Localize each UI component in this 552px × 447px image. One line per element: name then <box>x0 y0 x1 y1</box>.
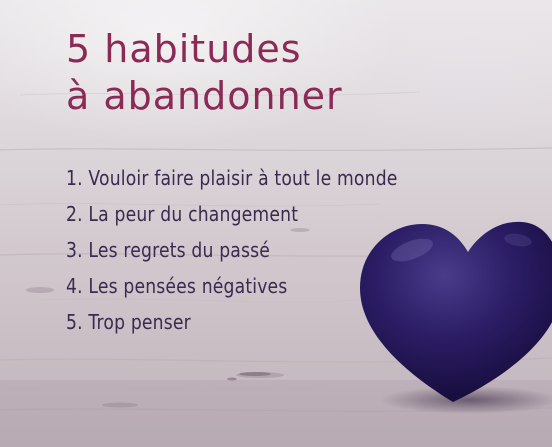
title-line-1: 5 habitudes <box>66 27 302 71</box>
motivational-poster: 5 habitudes à abandonner 1. Vouloir fair… <box>0 0 552 447</box>
list-item: 1. Vouloir faire plaisir à tout le monde <box>66 166 398 190</box>
list-item: 2. La peur du changement <box>66 202 299 226</box>
title-line-2: à abandonner <box>66 74 343 118</box>
list-item: 5. Trop penser <box>66 310 191 334</box>
list-item: 3. Les regrets du passé <box>66 238 271 262</box>
poster-title: 5 habitudes à abandonner <box>66 26 343 120</box>
heart-icon <box>350 210 552 415</box>
list-item: 4. Les pensées négatives <box>66 274 288 298</box>
